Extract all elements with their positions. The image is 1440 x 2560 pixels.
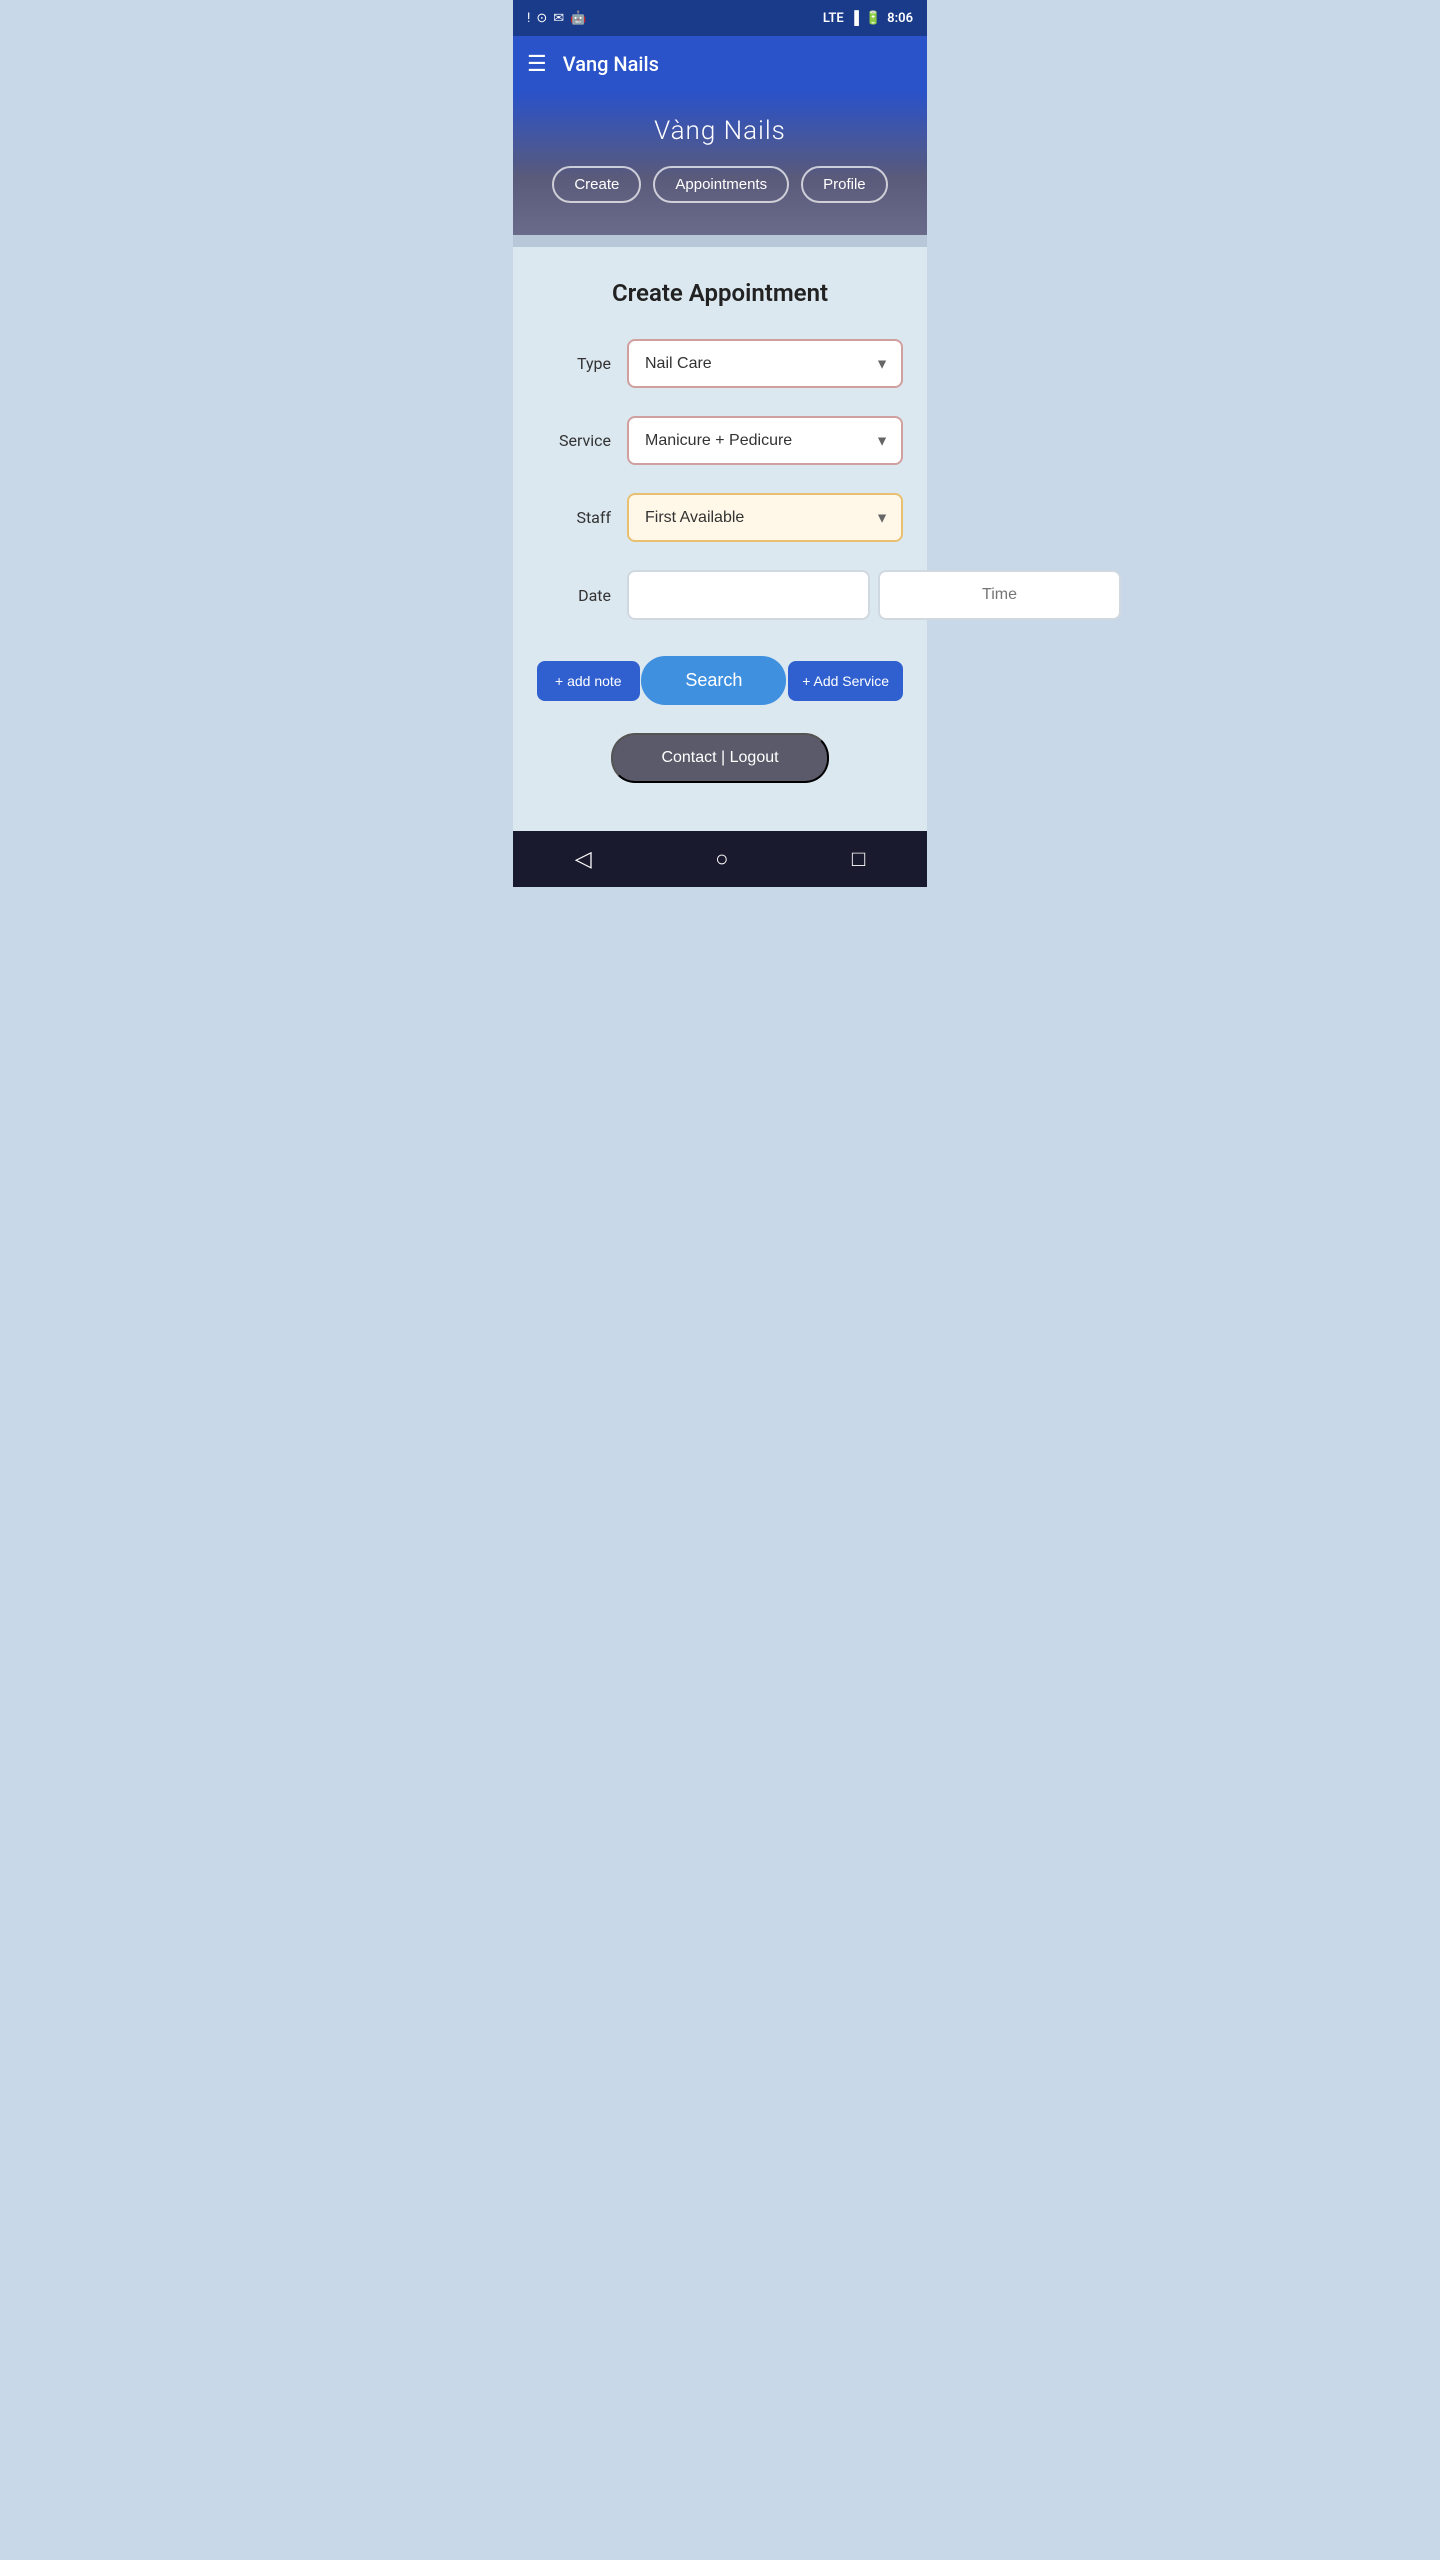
sim-icon: ⊙	[536, 11, 547, 26]
service-control: Manicure + Pedicure Manicure Pedicure Ac…	[627, 416, 903, 465]
form-title: Create Appointment	[537, 279, 903, 307]
service-select[interactable]: Manicure + Pedicure Manicure Pedicure Ac…	[627, 416, 903, 465]
staff-select[interactable]: First Available Staff 1 Staff 2	[627, 493, 903, 542]
android-icon: 🤖	[570, 11, 586, 26]
date-input[interactable]	[627, 570, 870, 620]
header-section: Vàng Nails Create Appointments Profile	[513, 92, 927, 235]
network-label: LTE	[823, 11, 844, 26]
search-button[interactable]: Search	[641, 656, 786, 705]
staff-label: Staff	[537, 508, 627, 527]
type-select[interactable]: Nail Care Hair Care Skin Care	[627, 339, 903, 388]
time-label: 8:06	[887, 11, 913, 26]
date-label: Date	[537, 586, 627, 605]
status-bar-right: LTE ▐ 🔋 8:06	[823, 10, 913, 26]
header-buttons: Create Appointments Profile	[552, 166, 887, 203]
profile-button[interactable]: Profile	[801, 166, 888, 203]
bottom-actions: + add note Search + Add Service	[537, 656, 903, 705]
top-nav: ☰ Vang Nails	[513, 36, 927, 92]
signal-icon: ▐	[850, 10, 859, 26]
home-button[interactable]: ○	[715, 846, 728, 872]
staff-control: First Available Staff 1 Staff 2 ▼	[627, 493, 903, 542]
status-bar: ! ⊙ ✉ 🤖 LTE ▐ 🔋 8:06	[513, 0, 927, 36]
back-button[interactable]: ◁	[575, 847, 592, 872]
create-button[interactable]: Create	[552, 166, 641, 203]
footer-contact: Contact | Logout	[537, 733, 903, 783]
add-note-button[interactable]: + add note	[537, 661, 640, 701]
appointments-button[interactable]: Appointments	[653, 166, 789, 203]
main-content: Create Appointment Type Nail Care Hair C…	[513, 247, 927, 831]
recents-button[interactable]: □	[852, 846, 865, 872]
hamburger-menu-icon[interactable]: ☰	[527, 52, 547, 77]
service-row: Service Manicure + Pedicure Manicure Ped…	[537, 416, 903, 465]
status-bar-left: ! ⊙ ✉ 🤖	[527, 11, 586, 26]
add-service-button[interactable]: + Add Service	[788, 661, 903, 701]
contact-logout-button[interactable]: Contact | Logout	[611, 733, 828, 783]
date-row: Date	[537, 570, 903, 620]
service-label: Service	[537, 431, 627, 450]
android-nav: ◁ ○ □	[513, 831, 927, 887]
notification-icon: !	[527, 11, 530, 26]
type-control: Nail Care Hair Care Skin Care ▼	[627, 339, 903, 388]
time-input[interactable]	[878, 570, 1121, 620]
type-row: Type Nail Care Hair Care Skin Care ▼	[537, 339, 903, 388]
type-label: Type	[537, 354, 627, 373]
battery-icon: 🔋	[865, 11, 881, 26]
message-icon: ✉	[553, 11, 564, 26]
header-title: Vàng Nails	[654, 116, 786, 146]
app-title: Vang Nails	[563, 52, 659, 76]
divider	[513, 235, 927, 247]
staff-row: Staff First Available Staff 1 Staff 2 ▼	[537, 493, 903, 542]
